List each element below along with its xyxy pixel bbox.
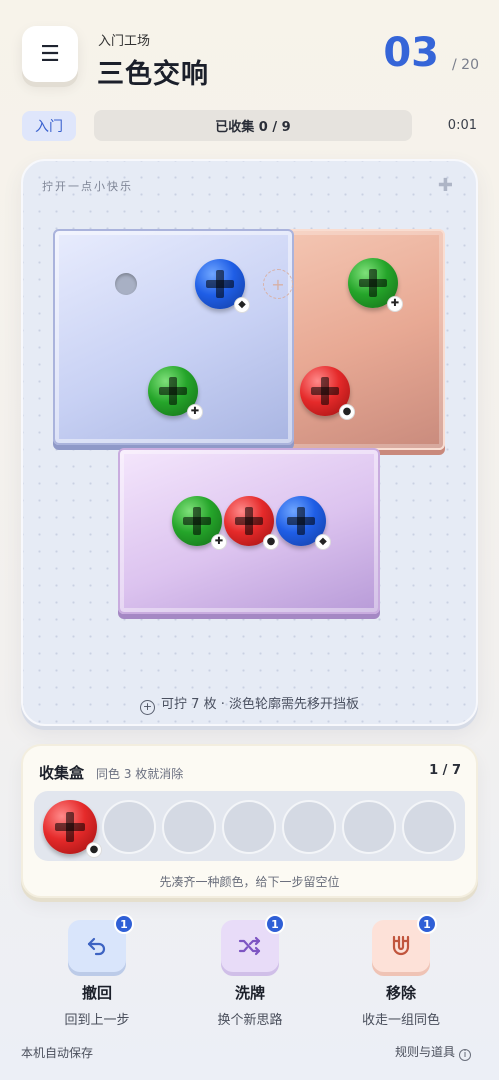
remove-sub: 收走一组同色: [361, 1013, 440, 1028]
mode-badge: 入门: [22, 111, 76, 141]
screw-red[interactable]: ●: [224, 496, 279, 550]
screw-mark: ✚: [387, 296, 403, 312]
screw-mark: ●: [263, 534, 279, 550]
magnet-icon: [392, 935, 410, 956]
level-total: / 20: [452, 57, 479, 73]
screw-mark: ●: [339, 404, 355, 420]
timer: 0:01: [447, 118, 477, 133]
empty-tray-slot: [342, 800, 396, 854]
collect-rule: 同色 3 枚就消除: [96, 767, 184, 781]
screw-mark: ✚: [187, 404, 203, 420]
empty-tray-slot: [222, 800, 276, 854]
collect-count: 1 / 7: [429, 763, 461, 778]
plus-circle-icon: +: [140, 700, 156, 715]
rules-link[interactable]: 规则与道具 i: [395, 1043, 471, 1061]
screw-mark: ◆: [315, 534, 331, 550]
screw-green[interactable]: ✚: [148, 366, 203, 420]
empty-tray-slot: [402, 800, 456, 854]
empty-tray-slot: [282, 800, 336, 854]
menu-button[interactable]: ☰: [22, 26, 78, 82]
screw-mark: ✚: [211, 534, 227, 550]
screw-mark: ◆: [234, 297, 250, 313]
autosave-text: 本机自动保存: [21, 1046, 94, 1060]
undo-sub: 回到上一步: [64, 1013, 130, 1028]
board-footer-text: 可拧 7 枚 · 淡色轮廓需先移开挡板: [161, 697, 359, 712]
shuffle-label: 洗牌: [234, 984, 265, 1002]
screw-blue[interactable]: ◆: [195, 259, 250, 313]
remove-count-badge: 1: [417, 914, 437, 934]
shuffle-sub: 换个新思路: [217, 1013, 283, 1028]
collected-screw-red: ●: [43, 800, 102, 858]
undo-icon: [87, 937, 106, 956]
shuffle-count-badge: 1: [265, 914, 285, 934]
empty-tray-slot: [162, 800, 216, 854]
screw-blue[interactable]: ◆: [276, 496, 331, 550]
undo-label: 撤回: [81, 984, 112, 1002]
collected-progress: 已收集 0 / 9: [94, 110, 412, 141]
info-icon: i: [459, 1049, 471, 1061]
collect-hint: 先凑齐一种颜色，给下一步留空位: [159, 875, 340, 889]
screw-red[interactable]: ●: [300, 366, 355, 420]
remove-label: 移除: [385, 984, 416, 1002]
undo-count-badge: 1: [114, 914, 134, 934]
plus-icon: ✚: [437, 175, 453, 196]
empty-screw-slot: +: [263, 269, 293, 299]
screw-green[interactable]: ✚: [348, 258, 403, 312]
board-footer: + 可拧 7 枚 · 淡色轮廓需先移开挡板: [0, 693, 499, 715]
screw-green[interactable]: ✚: [172, 496, 227, 550]
level-title: 三色交响: [97, 59, 209, 90]
collect-title: 收集盒: [39, 764, 85, 782]
empty-hole: [115, 273, 137, 295]
board-hint: 拧开一点小快乐: [42, 180, 133, 193]
shuffle-icon: [238, 936, 261, 956]
rules-label: 规则与道具: [394, 1045, 455, 1059]
level-subtitle: 入门工场: [98, 34, 151, 49]
screw-mark: ●: [86, 842, 102, 858]
level-number: 03: [383, 30, 439, 76]
empty-tray-slot: [102, 800, 156, 854]
menu-icon: ☰: [40, 41, 60, 67]
